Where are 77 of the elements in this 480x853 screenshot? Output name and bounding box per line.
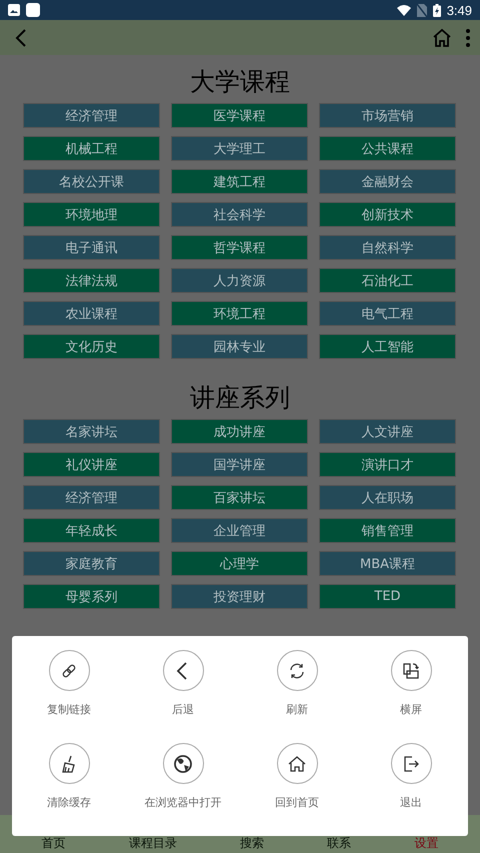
home-button[interactable] [276,743,318,784]
action-label: 后退 [172,702,194,717]
action-label: 横屏 [400,702,422,717]
category-button[interactable]: 经济管理 [23,485,160,510]
nav-tab[interactable]: 课程目录 [128,835,177,853]
category-button[interactable]: 礼仪讲座 [23,452,160,477]
nav-tab[interactable]: 设置 [414,835,438,853]
category-button[interactable]: 园林专业 [171,334,308,359]
category-button[interactable]: 投资理财 [171,584,308,609]
refresh-button[interactable] [276,650,318,691]
category-button[interactable]: 文化历史 [23,334,160,359]
category-button[interactable]: 演讲口才 [319,452,456,477]
action-label: 在浏览器中打开 [144,795,222,810]
category-button[interactable]: 社会科学 [171,202,308,227]
category-button[interactable]: 企业管理 [171,518,308,543]
nav-tab[interactable]: 首页 [42,835,66,853]
battery-icon [432,4,441,16]
category-button[interactable]: 母婴系列 [23,584,160,609]
link-button[interactable] [48,650,90,691]
back-button[interactable] [162,650,204,691]
clock: 3:49 [446,2,472,18]
section-heading: 讲座系列 [189,382,291,414]
action-label: 复制链接 [47,702,91,717]
more-icon[interactable] [466,28,470,46]
category-button[interactable]: 百家讲坛 [171,485,308,510]
category-button[interactable]: 经济管理 [23,103,160,128]
exit-button[interactable] [390,743,432,784]
globe-icon [173,754,193,774]
category-button[interactable]: 建筑工程 [171,169,308,194]
category-button[interactable]: 大学理工 [171,136,308,161]
home-icon[interactable] [432,28,452,48]
category-button[interactable]: 自然科学 [319,235,456,260]
category-button[interactable]: MBA课程 [319,551,456,576]
rotate-screen-button[interactable] [390,650,432,691]
image-icon [8,4,20,16]
nav-tab[interactable]: 搜索 [240,835,264,853]
category-button[interactable]: 国学讲座 [171,452,308,477]
category-button[interactable]: 人文讲座 [319,419,456,444]
brush-button[interactable] [48,743,90,784]
action-label: 清除缓存 [47,795,91,810]
category-button[interactable]: 创新技术 [319,202,456,227]
section-heading: 大学课程 [189,66,291,98]
back-icon[interactable] [14,28,28,48]
category-button[interactable]: 人工智能 [319,334,456,359]
category-button[interactable]: 心理学 [171,551,308,576]
no-sim-icon [416,4,427,16]
category-button[interactable]: 电气工程 [319,301,456,326]
nav-tab[interactable]: 联系 [327,835,352,853]
category-button[interactable]: 法律法规 [23,268,160,293]
category-button[interactable]: 哲学课程 [171,235,308,260]
category-button[interactable]: 年轻成长 [23,518,160,543]
category-button[interactable]: 农业课程 [23,301,160,326]
category-button[interactable]: 石油化工 [319,268,456,293]
category-button[interactable]: 名校公开课 [23,169,160,194]
category-button[interactable]: 销售管理 [319,518,456,543]
category-button[interactable]: TED [319,584,456,609]
category-button[interactable]: 环境地理 [23,202,160,227]
category-button[interactable]: 公共课程 [319,136,456,161]
action-label: 退出 [400,795,422,810]
home-icon [287,754,307,774]
category-button[interactable]: 成功讲座 [171,419,308,444]
globe-button[interactable] [162,743,204,784]
action-label: 回到首页 [275,795,319,810]
rotate-screen-icon [401,660,421,680]
category-button[interactable]: 人在职场 [319,485,456,510]
action-label: 刷新 [286,702,308,717]
category-button[interactable]: 人力资源 [171,268,308,293]
category-button[interactable]: 电子通讯 [23,235,160,260]
category-button[interactable]: 金融财会 [319,169,456,194]
category-button[interactable]: 医学课程 [171,103,308,128]
category-button[interactable]: 机械工程 [23,136,160,161]
category-button[interactable]: 家庭教育 [23,551,160,576]
category-button[interactable]: 名家讲坛 [23,419,160,444]
wifi-icon [396,4,411,16]
app-icon [26,3,40,17]
category-button[interactable]: 环境工程 [171,301,308,326]
category-button[interactable]: 市场营销 [319,103,456,128]
